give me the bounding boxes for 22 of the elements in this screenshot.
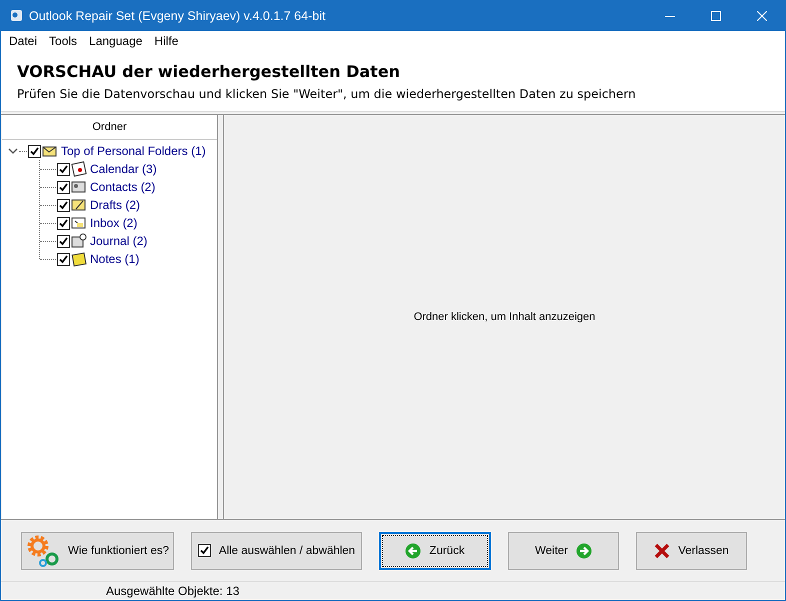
menu-item[interactable]: Datei [3, 34, 44, 48]
tree-item[interactable]: Inbox (2) [90, 216, 138, 230]
menu-item[interactable]: Hilfe [148, 34, 184, 48]
instruction-text: Prüfen Sie die Datenvorschau und klicken Sie "Weiter", um die wiederhergestellten Daten zu speichern [17, 87, 637, 101]
tree-item[interactable]: Notes (1) [90, 252, 140, 266]
page-title: VORSCHAU der wiederhergestellten Daten [17, 62, 402, 81]
empty-message: Ordner klicken, um Inhalt anzuzeigen [414, 311, 596, 323]
tree-item[interactable]: Calendar (3) [90, 162, 157, 176]
next-button[interactable]: Weiter [508, 532, 619, 570]
menu-item[interactable]: Tools [43, 34, 84, 48]
select-all-checkbox[interactable]: Alle auswählen / abwählen [191, 532, 362, 570]
help-button[interactable]: Wie funktioniert es? [21, 532, 174, 570]
window-title: Outlook Repair Set (Evgeny Shiryaev) v.4.0.1.7 64-bit [29, 8, 326, 22]
tree-item[interactable]: Contacts (2) [90, 180, 156, 194]
back-button[interactable]: Zurück [379, 532, 491, 570]
status-text: Ausgewählte Objekte: 13 [106, 584, 240, 598]
tree-item[interactable]: Drafts (2) [90, 198, 140, 212]
exit-button[interactable]: Verlassen [636, 532, 747, 570]
tree-item[interactable]: Journal (2) [90, 234, 148, 248]
column-header: Ordner [2, 115, 217, 140]
menu-item[interactable]: Language [83, 34, 148, 48]
tree-item[interactable]: Top of Personal Folders (1) [61, 144, 206, 158]
